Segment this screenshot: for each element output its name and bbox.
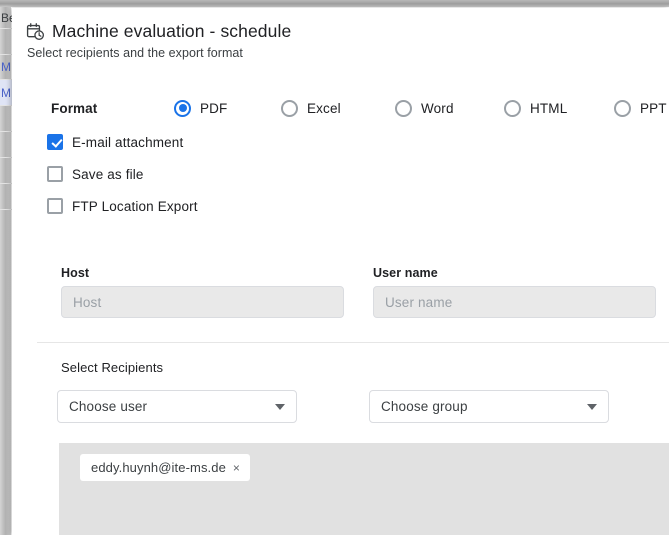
close-icon[interactable]: × bbox=[233, 462, 240, 474]
recipient-chip-label: eddy.huynh@ite-ms.de bbox=[91, 460, 226, 475]
username-input[interactable] bbox=[373, 286, 656, 318]
format-radio-html[interactable]: HTML bbox=[504, 100, 567, 117]
dialog-title: Machine evaluation - schedule bbox=[52, 21, 291, 42]
background-table-row[interactable] bbox=[0, 132, 12, 158]
format-radio-word[interactable]: Word bbox=[395, 100, 454, 117]
recipient-chip[interactable]: eddy.huynh@ite-ms.de × bbox=[80, 454, 250, 481]
username-label: User name bbox=[373, 266, 656, 280]
background-table-row[interactable] bbox=[0, 184, 12, 210]
radio-unselected-icon[interactable] bbox=[395, 100, 412, 117]
background-table-row[interactable] bbox=[0, 29, 12, 55]
background-table-row[interactable] bbox=[0, 106, 12, 132]
radio-unselected-icon[interactable] bbox=[281, 100, 298, 117]
choose-group-label: Choose group bbox=[381, 399, 587, 414]
format-radio-ppt[interactable]: PPT bbox=[614, 100, 667, 117]
delivery-checkbox-ftp-location-export[interactable]: FTP Location Export bbox=[47, 198, 198, 214]
schedule-export-dialog: Machine evaluation - schedule Select rec… bbox=[12, 8, 669, 535]
schedule-calendar-clock-icon bbox=[26, 22, 45, 41]
checkbox-unchecked-icon[interactable] bbox=[47, 198, 63, 214]
radio-unselected-icon[interactable] bbox=[504, 100, 521, 117]
delivery-checkbox-e-mail-attachment[interactable]: E-mail attachment bbox=[47, 134, 198, 150]
host-field: Host bbox=[61, 266, 344, 318]
format-radio-label: PPT bbox=[640, 101, 667, 116]
chevron-down-icon bbox=[275, 404, 285, 410]
background-table-row[interactable]: M bbox=[0, 55, 12, 80]
chevron-down-icon bbox=[587, 404, 597, 410]
selected-recipients-area: eddy.huynh@ite-ms.de × bbox=[59, 443, 669, 535]
format-row: Format PDF Excel Word HTML PPT bbox=[12, 94, 669, 122]
choose-user-select[interactable]: Choose user bbox=[57, 390, 297, 423]
format-radio-excel[interactable]: Excel bbox=[281, 100, 341, 117]
format-radio-label: Word bbox=[421, 101, 454, 116]
delivery-options-group: E-mail attachment Save as file FTP Locatio… bbox=[47, 134, 198, 230]
host-input[interactable] bbox=[61, 286, 344, 318]
delivery-checkbox-save-as-file[interactable]: Save as file bbox=[47, 166, 198, 182]
dialog-title-row: Machine evaluation - schedule bbox=[26, 21, 669, 42]
radio-unselected-icon[interactable] bbox=[614, 100, 631, 117]
checkbox-unchecked-icon[interactable] bbox=[47, 166, 63, 182]
radio-selected-icon[interactable] bbox=[174, 100, 191, 117]
format-radio-label: HTML bbox=[530, 101, 567, 116]
format-radio-label: PDF bbox=[200, 101, 227, 116]
host-label: Host bbox=[61, 266, 344, 280]
format-radio-label: Excel bbox=[307, 101, 341, 116]
delivery-checkbox-label: E-mail attachment bbox=[72, 135, 183, 150]
dialog-header: Machine evaluation - schedule Select rec… bbox=[12, 8, 669, 60]
select-recipients-label: Select Recipients bbox=[61, 360, 163, 375]
username-field: User name bbox=[373, 266, 656, 318]
background-table-row[interactable] bbox=[0, 158, 12, 184]
dialog-subtitle: Select recipients and the export format bbox=[27, 46, 669, 60]
background-table-row[interactable]: Be bbox=[0, 7, 12, 29]
format-label: Format bbox=[51, 101, 97, 116]
choose-user-label: Choose user bbox=[69, 399, 275, 414]
background-table-row[interactable]: M bbox=[0, 80, 12, 106]
checkbox-checked-icon[interactable] bbox=[47, 134, 63, 150]
delivery-checkbox-label: Save as file bbox=[72, 167, 144, 182]
format-radio-pdf[interactable]: PDF bbox=[174, 100, 227, 117]
background-table: Be MM bbox=[0, 7, 12, 535]
choose-group-select[interactable]: Choose group bbox=[369, 390, 609, 423]
section-divider bbox=[37, 342, 669, 343]
window-top-bar bbox=[0, 0, 669, 7]
delivery-checkbox-label: FTP Location Export bbox=[72, 199, 198, 214]
